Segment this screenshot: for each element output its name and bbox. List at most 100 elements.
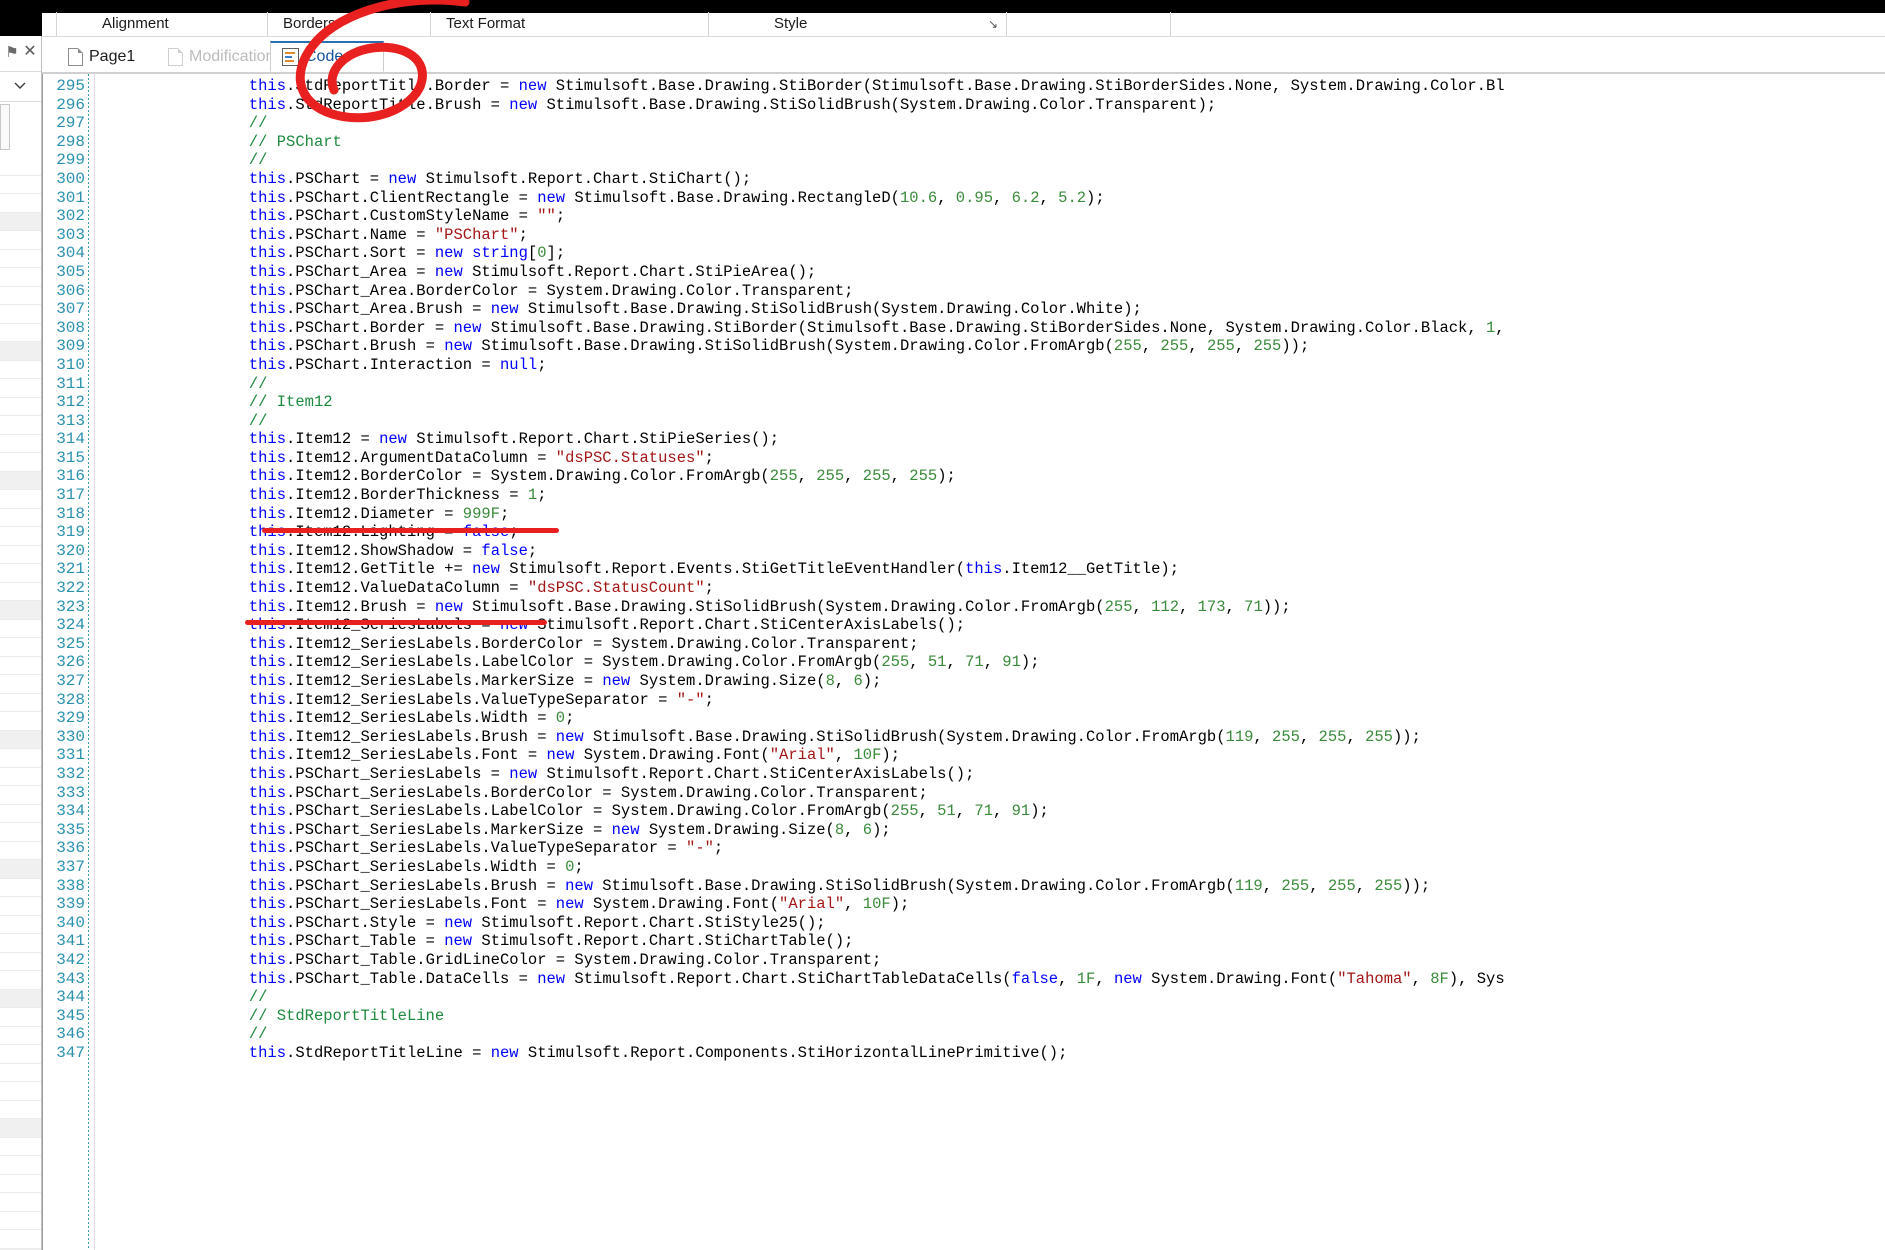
code-line[interactable]: 338 this.PSChart_SeriesLabels.Brush = ne… xyxy=(43,877,1885,896)
code-line[interactable]: 324 this.Item12_SeriesLabels = new Stimu… xyxy=(43,616,1885,635)
property-grid-row[interactable] xyxy=(0,971,41,990)
property-grid-row[interactable] xyxy=(0,1119,41,1138)
code-line[interactable]: 337 this.PSChart_SeriesLabels.Width = 0; xyxy=(43,858,1885,877)
property-grid-row[interactable] xyxy=(0,1156,41,1175)
property-grid-row[interactable] xyxy=(0,1137,41,1156)
property-grid-row[interactable] xyxy=(0,1082,41,1101)
code-editor[interactable]: 295 this.StdReportTitle.Border = new Sti… xyxy=(42,74,1885,1250)
property-grid-row[interactable] xyxy=(0,841,41,860)
property-grid-row[interactable] xyxy=(0,952,41,971)
close-icon[interactable]: ✕ xyxy=(22,44,38,60)
code-line[interactable]: 312 // Item12 xyxy=(43,393,1885,412)
property-grid-row[interactable] xyxy=(0,786,41,805)
code-line[interactable]: 332 this.PSChart_SeriesLabels = new Stim… xyxy=(43,765,1885,784)
property-grid-row[interactable] xyxy=(0,601,41,620)
property-grid-row[interactable] xyxy=(0,989,41,1008)
code-line[interactable]: 328 this.Item12_SeriesLabels.ValueTypeSe… xyxy=(43,691,1885,710)
property-grid-row[interactable] xyxy=(0,360,41,379)
property-grid-row[interactable] xyxy=(0,175,41,194)
property-grid-row[interactable] xyxy=(0,194,41,213)
code-line[interactable]: 327 this.Item12_SeriesLabels.MarkerSize … xyxy=(43,672,1885,691)
property-grid-row[interactable] xyxy=(0,564,41,583)
property-grid-row[interactable] xyxy=(0,508,41,527)
property-grid-row[interactable] xyxy=(0,934,41,953)
property-grid-row[interactable] xyxy=(0,675,41,694)
code-line[interactable]: 320 this.Item12.ShowShadow = false; xyxy=(43,542,1885,561)
property-grid-row[interactable] xyxy=(0,1211,41,1230)
property-grid-row[interactable] xyxy=(0,397,41,416)
property-grid-row[interactable] xyxy=(0,693,41,712)
code-line[interactable]: 311 // xyxy=(43,375,1885,394)
code-line[interactable]: 335 this.PSChart_SeriesLabels.MarkerSize… xyxy=(43,821,1885,840)
property-grid-row[interactable] xyxy=(0,249,41,268)
code-line[interactable]: 345 // StdReportTitleLine xyxy=(43,1007,1885,1026)
property-grid-row[interactable] xyxy=(0,342,41,361)
code-line[interactable]: 334 this.PSChart_SeriesLabels.LabelColor… xyxy=(43,802,1885,821)
property-grid-row[interactable] xyxy=(0,1045,41,1064)
code-line[interactable]: 318 this.Item12.Diameter = 999F; xyxy=(43,505,1885,524)
code-line[interactable]: 297 // xyxy=(43,114,1885,133)
property-grid-row[interactable] xyxy=(0,323,41,342)
code-line[interactable]: 333 this.PSChart_SeriesLabels.BorderColo… xyxy=(43,784,1885,803)
property-grid-row[interactable] xyxy=(0,379,41,398)
code-line[interactable]: 325 this.Item12_SeriesLabels.BorderColor… xyxy=(43,635,1885,654)
property-grid-row[interactable] xyxy=(0,545,41,564)
tab-page1[interactable]: Page1 xyxy=(56,41,151,72)
property-grid-row[interactable] xyxy=(0,490,41,509)
code-line[interactable]: 310 this.PSChart.Interaction = null; xyxy=(43,356,1885,375)
code-line[interactable]: 330 this.Item12_SeriesLabels.Brush = new… xyxy=(43,728,1885,747)
property-grid-row[interactable] xyxy=(0,638,41,657)
property-grid-row[interactable] xyxy=(0,1230,41,1249)
property-grid-row[interactable] xyxy=(0,1063,41,1082)
property-grid-row[interactable] xyxy=(0,1100,41,1119)
ribbon-expand-icon[interactable]: ↘ xyxy=(988,17,998,31)
code-line[interactable]: 326 this.Item12_SeriesLabels.LabelColor … xyxy=(43,653,1885,672)
property-grid-row[interactable] xyxy=(0,1008,41,1027)
property-grid-row[interactable] xyxy=(0,212,41,231)
code-line[interactable]: 305 this.PSChart_Area = new Stimulsoft.R… xyxy=(43,263,1885,282)
pin-icon[interactable]: ⚑ xyxy=(5,45,19,61)
tab-code[interactable]: Code xyxy=(270,41,384,72)
property-grid-row[interactable] xyxy=(0,656,41,675)
code-line[interactable]: 307 this.PSChart_Area.Brush = new Stimul… xyxy=(43,300,1885,319)
property-grid-row[interactable] xyxy=(0,897,41,916)
code-line[interactable]: 295 this.StdReportTitle.Border = new Sti… xyxy=(43,77,1885,96)
code-line[interactable]: 300 this.PSChart = new Stimulsoft.Report… xyxy=(43,170,1885,189)
code-line[interactable]: 296 this.StdReportTitle.Brush = new Stim… xyxy=(43,96,1885,115)
code-line[interactable]: 336 this.PSChart_SeriesLabels.ValueTypeS… xyxy=(43,839,1885,858)
code-line[interactable]: 322 this.Item12.ValueDataColumn = "dsPSC… xyxy=(43,579,1885,598)
property-grid-row[interactable] xyxy=(0,878,41,897)
property-grid-row[interactable] xyxy=(0,471,41,490)
property-grid-row[interactable] xyxy=(0,268,41,287)
dock-scrollbar[interactable] xyxy=(0,104,10,150)
code-line[interactable]: 313 // xyxy=(43,412,1885,431)
code-line[interactable]: 316 this.Item12.BorderColor = System.Dra… xyxy=(43,467,1885,486)
code-content[interactable]: 295 this.StdReportTitle.Border = new Sti… xyxy=(43,77,1885,1062)
property-grid-row[interactable] xyxy=(0,416,41,435)
code-line[interactable]: 342 this.PSChart_Table.GridLineColor = S… xyxy=(43,951,1885,970)
code-line[interactable]: 343 this.PSChart_Table.DataCells = new S… xyxy=(43,970,1885,989)
property-grid-row[interactable] xyxy=(0,453,41,472)
code-line[interactable]: 347 this.StdReportTitleLine = new Stimul… xyxy=(43,1044,1885,1063)
property-grid-row[interactable] xyxy=(0,1174,41,1193)
property-grid-row[interactable] xyxy=(0,823,41,842)
code-line[interactable]: 339 this.PSChart_SeriesLabels.Font = new… xyxy=(43,895,1885,914)
code-line[interactable]: 303 this.PSChart.Name = "PSChart"; xyxy=(43,226,1885,245)
code-line[interactable]: 298 // PSChart xyxy=(43,133,1885,152)
code-line[interactable]: 340 this.PSChart.Style = new Stimulsoft.… xyxy=(43,914,1885,933)
code-line[interactable]: 321 this.Item12.GetTitle += new Stimulso… xyxy=(43,560,1885,579)
code-line[interactable]: 323 this.Item12.Brush = new Stimulsoft.B… xyxy=(43,598,1885,617)
property-grid-row[interactable] xyxy=(0,804,41,823)
property-grid-row[interactable] xyxy=(0,582,41,601)
code-line[interactable]: 306 this.PSChart_Area.BorderColor = Syst… xyxy=(43,282,1885,301)
code-line[interactable]: 301 this.PSChart.ClientRectangle = new S… xyxy=(43,189,1885,208)
code-line[interactable]: 341 this.PSChart_Table = new Stimulsoft.… xyxy=(43,932,1885,951)
code-line[interactable]: 315 this.Item12.ArgumentDataColumn = "ds… xyxy=(43,449,1885,468)
property-grid-rows[interactable] xyxy=(0,157,41,1250)
code-line[interactable]: 346 // xyxy=(43,1025,1885,1044)
code-line[interactable]: 309 this.PSChart.Brush = new Stimulsoft.… xyxy=(43,337,1885,356)
property-grid-row[interactable] xyxy=(0,730,41,749)
code-line[interactable]: 317 this.Item12.BorderThickness = 1; xyxy=(43,486,1885,505)
code-line[interactable]: 314 this.Item12 = new Stimulsoft.Report.… xyxy=(43,430,1885,449)
property-grid-row[interactable] xyxy=(0,286,41,305)
